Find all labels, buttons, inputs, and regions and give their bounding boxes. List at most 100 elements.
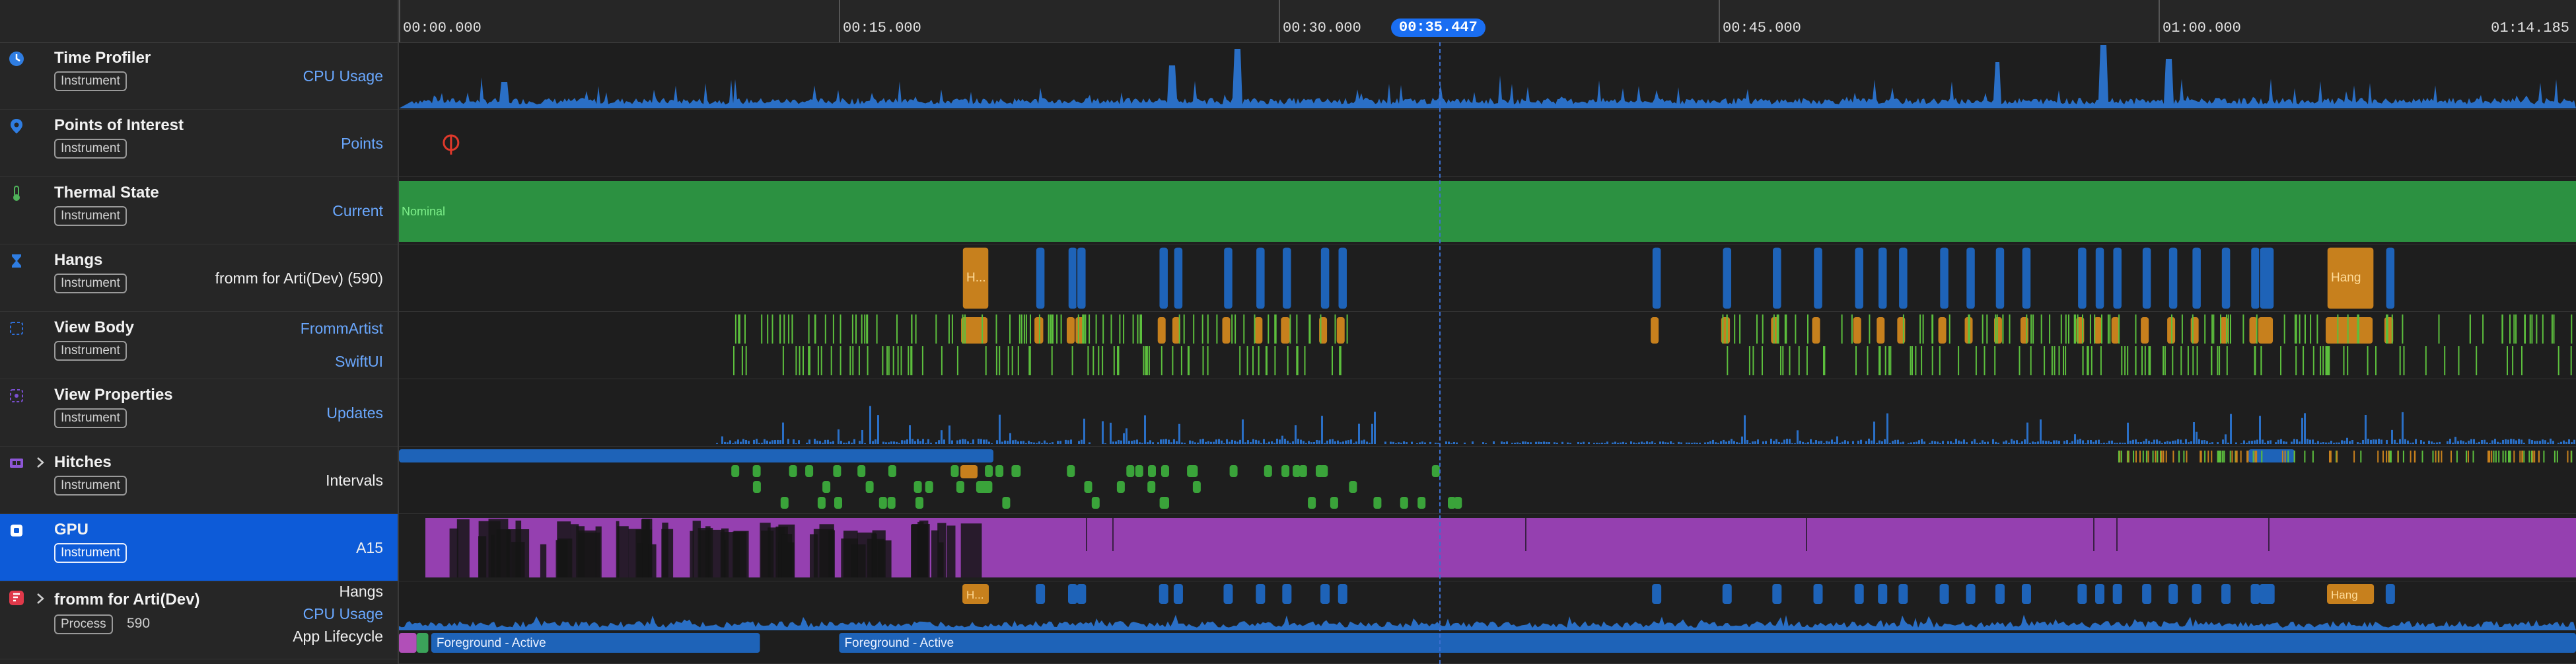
swiftui-update-mark	[1879, 346, 1881, 375]
hitch-tick	[2142, 451, 2144, 462]
property-update-bar	[2510, 439, 2512, 444]
property-update-bar	[1181, 442, 1183, 444]
swiftui-update-mark	[1931, 314, 1933, 344]
swiftui-update-mark	[1030, 314, 1031, 344]
swiftui-update-mark	[2107, 314, 2109, 344]
track-view-properties[interactable]: View Properties Instrument Updates	[0, 379, 398, 447]
swiftui-update-mark	[2531, 314, 2533, 344]
property-update-bar	[1799, 441, 1801, 444]
process-hang-label: Hang	[2331, 589, 2358, 601]
timeline-lanes[interactable]: Nominal H... Hang H... Hang Foreground - Ac…	[399, 42, 2576, 664]
lane-label-swiftui[interactable]: SwiftUI	[335, 353, 383, 371]
gpu-gap-line	[2093, 518, 2094, 551]
swiftui-update-mark	[852, 346, 854, 375]
playhead-time-badge[interactable]: 00:35.447	[1391, 18, 1485, 37]
property-update-bar	[1802, 441, 1804, 444]
property-update-bar	[1429, 441, 1431, 444]
swiftui-update-mark	[2444, 346, 2446, 375]
property-update-bar	[1548, 442, 1550, 444]
swiftui-update-mark	[1048, 314, 1050, 344]
lane-label-frommartist[interactable]: FrommArtist	[301, 320, 383, 338]
view-body-interval	[1034, 317, 1044, 344]
lane-label-updates[interactable]: Updates	[326, 404, 383, 422]
property-update-bar	[1081, 439, 1083, 444]
lane-label-cpu-usage[interactable]: CPU Usage	[303, 605, 383, 623]
property-update-bar	[2375, 439, 2377, 444]
property-update-bar	[1812, 442, 1814, 444]
playhead-line[interactable]	[1439, 42, 1441, 664]
property-update-bar	[2293, 439, 2295, 444]
track-gpu[interactable]: GPU Instrument A15	[0, 514, 398, 581]
hitch-mark	[913, 481, 922, 493]
lane-label-cpu-usage[interactable]: CPU Usage	[303, 67, 383, 85]
property-update-bar	[882, 441, 884, 444]
lane-label-current[interactable]: Current	[332, 202, 383, 220]
property-update-bar	[1908, 443, 1910, 444]
lane-label-hangs[interactable]: Hangs	[340, 583, 383, 601]
swiftui-update-mark	[2524, 314, 2526, 344]
swiftui-update-mark	[2091, 346, 2093, 375]
property-update-bar	[2428, 440, 2430, 444]
track-name: Thermal State	[54, 184, 159, 202]
property-update-bar	[1979, 442, 1981, 444]
property-update-bar	[2230, 414, 2232, 444]
property-update-bar	[2484, 439, 2486, 444]
swiftui-update-mark	[1958, 346, 1960, 375]
property-update-bar	[1910, 442, 1912, 444]
swiftui-update-mark	[1143, 346, 1145, 375]
property-update-bar	[1886, 413, 1888, 444]
property-update-bar	[737, 439, 739, 444]
swiftui-update-mark	[2121, 346, 2123, 375]
gpu-gap-line	[1525, 518, 1526, 551]
property-update-bar	[1604, 443, 1606, 444]
property-update-bar	[758, 443, 760, 444]
lane-label-process[interactable]: fromm for Arti(Dev) (590)	[215, 270, 383, 287]
property-update-bar	[1723, 439, 1725, 444]
property-update-bar	[2468, 440, 2470, 444]
lane-label-app-lifecycle[interactable]: App Lifecycle	[293, 628, 383, 646]
track-thermal-state[interactable]: Thermal State Instrument Current	[0, 177, 398, 244]
hitch-mark	[1002, 497, 1011, 509]
property-update-bar	[1403, 441, 1405, 444]
swiftui-update-mark	[808, 346, 810, 375]
track-time-profiler[interactable]: Time Profiler Instrument CPU Usage	[0, 42, 398, 110]
property-update-bar	[999, 414, 1001, 444]
property-update-bar	[909, 425, 911, 444]
property-update-bar	[2185, 439, 2187, 444]
property-update-bar	[1530, 442, 1532, 444]
swiftui-update-mark	[2163, 346, 2165, 375]
property-update-bar	[2291, 441, 2293, 444]
swiftui-update-mark	[2164, 346, 2166, 375]
property-update-bar	[1987, 441, 1989, 444]
track-points-of-interest[interactable]: Points of Interest Instrument Points	[0, 110, 398, 177]
swiftui-update-mark	[2295, 314, 2297, 344]
swiftui-update-mark	[2180, 346, 2182, 375]
hitch-mark	[985, 465, 993, 477]
property-update-bar	[978, 439, 980, 444]
lane-label-intervals[interactable]: Intervals	[326, 472, 383, 490]
property-update-bar	[798, 440, 800, 444]
property-update-bar	[1361, 440, 1363, 444]
swiftui-update-mark	[2187, 346, 2189, 375]
lane-label-a15[interactable]: A15	[356, 539, 383, 557]
property-update-bar	[1313, 442, 1315, 444]
track-view-body[interactable]: View Body Instrument FrommArtist SwiftUI	[0, 312, 398, 379]
swiftui-update-mark	[782, 346, 784, 375]
time-profiler-icon	[8, 50, 25, 67]
timeline-ruler[interactable]: 00:00.000 00:15.000 00:30.000 00:45.000 …	[399, 0, 2576, 43]
swiftui-update-mark	[2304, 314, 2306, 344]
track-process[interactable]: fromm for Arti(Dev) Process 590 Hangs CP…	[0, 581, 398, 659]
swiftui-update-mark	[1780, 346, 1781, 375]
hitch-tick	[2377, 451, 2379, 462]
process-hang-interval	[2142, 584, 2152, 604]
track-hangs[interactable]: Hangs Instrument fromm for Arti(Dev) (59…	[0, 244, 398, 312]
property-update-bar	[1543, 441, 1545, 444]
property-update-bar	[1120, 440, 1122, 444]
disclosure-chevron-icon[interactable]	[34, 592, 46, 605]
lane-label-points[interactable]: Points	[341, 135, 383, 153]
disclosure-chevron-icon[interactable]	[34, 456, 46, 469]
track-hitches[interactable]: Hitches Instrument Intervals	[0, 447, 398, 514]
property-update-bar	[2552, 441, 2554, 444]
property-update-bar	[1347, 440, 1349, 444]
property-update-bar	[832, 441, 834, 444]
